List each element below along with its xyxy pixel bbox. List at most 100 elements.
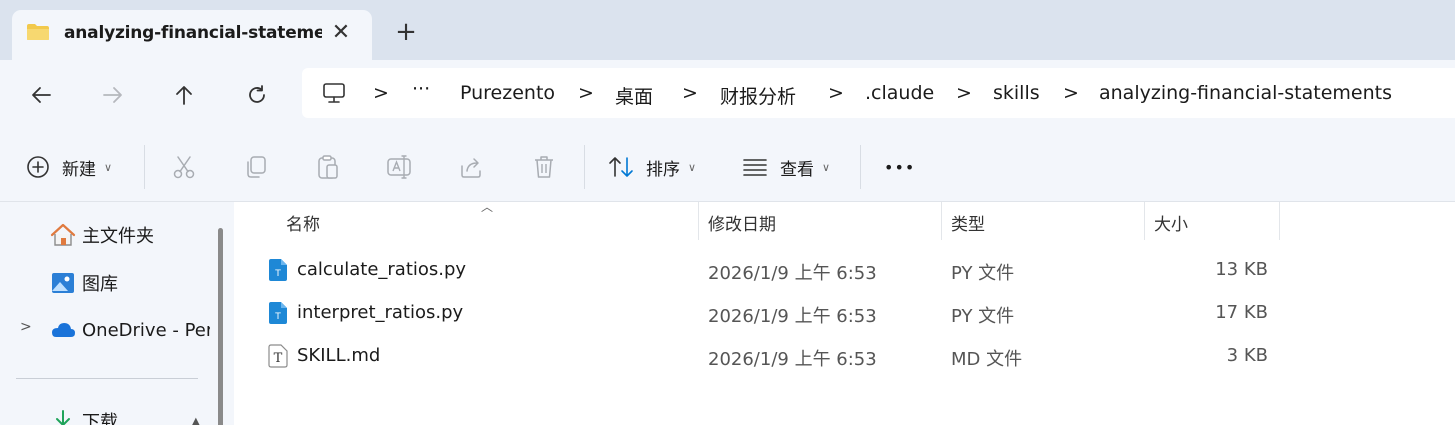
file-size: 3 KB [1226, 345, 1268, 366]
svg-text:T: T [274, 351, 283, 366]
view-list-icon [743, 159, 767, 176]
toolbar-divider [144, 145, 145, 189]
sidebar-item-label: 下载 [82, 412, 118, 425]
computer-icon [323, 83, 345, 103]
column-divider[interactable] [1144, 202, 1145, 240]
column-header-size[interactable]: 大小 [1154, 210, 1188, 235]
toolbar-divider [860, 145, 861, 189]
sort-icon [609, 157, 633, 177]
gallery-icon [52, 273, 74, 293]
sidebar-item-label: OneDrive - Per [82, 319, 214, 341]
python-file-icon: T [269, 302, 287, 324]
download-icon [56, 410, 70, 425]
back-arrow-icon [32, 87, 51, 103]
rename-button[interactable] [386, 152, 414, 182]
breadcrumb-separator: > [578, 82, 594, 104]
more-options-button[interactable]: ••• [884, 152, 915, 182]
up-button[interactable] [169, 80, 199, 110]
share-icon [461, 158, 481, 178]
trash-icon [535, 156, 553, 178]
navigation-bar: > ··· Purezento > 桌面 > 财报分析 > .claude > … [0, 60, 1455, 130]
add-circle-icon [27, 156, 49, 178]
new-button-label: 新建 [62, 159, 96, 180]
chevron-down-icon: ∨ [104, 160, 113, 174]
sidebar-item-label: 主文件夹 [82, 226, 154, 247]
breadcrumb-separator: > [373, 82, 389, 104]
breadcrumb-separator: > [828, 82, 844, 104]
view-button[interactable]: 查看 ∨ [742, 152, 830, 182]
column-divider[interactable] [698, 202, 699, 240]
new-tab-button[interactable]: + [394, 19, 418, 45]
table-row[interactable]: T SKILL.md 2026/1/9 上午 6:53 MD 文件 3 KB [234, 338, 1455, 378]
breadcrumb-separator: > [956, 82, 972, 104]
breadcrumb-item-financial-analysis[interactable]: 财报分析 [720, 82, 796, 109]
file-size: 17 KB [1215, 302, 1268, 323]
tab-strip: analyzing-financial-statements ✕ + [0, 0, 1455, 60]
breadcrumb-separator: > [1063, 82, 1079, 104]
file-modified: 2026/1/9 上午 6:53 [708, 263, 877, 284]
file-size: 13 KB [1215, 259, 1268, 280]
python-file-icon: T [269, 259, 287, 281]
file-modified: 2026/1/9 上午 6:53 [708, 306, 877, 327]
breadcrumb-item-purezento[interactable]: Purezento [460, 82, 555, 104]
file-list: ︿ 名称 修改日期 类型 大小 T calculate_ratios.py 20… [234, 200, 1455, 425]
svg-text:T: T [274, 269, 281, 279]
breadcrumb-overflow[interactable]: ··· [412, 78, 430, 100]
rename-icon [387, 155, 411, 179]
new-button[interactable]: 新建 ∨ [26, 152, 112, 182]
toolbar-divider [584, 145, 585, 189]
delete-button[interactable] [531, 152, 557, 182]
sidebar-divider [16, 378, 198, 379]
sidebar-scrollbar-thumb[interactable] [218, 228, 223, 425]
address-bar[interactable]: > ··· Purezento > 桌面 > 财报分析 > .claude > … [302, 68, 1455, 118]
file-name: interpret_ratios.py [297, 302, 464, 323]
share-button[interactable] [459, 152, 485, 182]
sort-button-label: 排序 [646, 159, 680, 180]
file-modified: 2026/1/9 上午 6:53 [708, 349, 877, 370]
tab-title: analyzing-financial-statements [64, 23, 322, 43]
sidebar-item-downloads[interactable]: 下载 [50, 408, 118, 425]
copy-icon [247, 156, 266, 178]
breadcrumb-item-claude[interactable]: .claude [865, 82, 934, 104]
breadcrumb-item-skills[interactable]: skills [993, 82, 1040, 104]
cut-button[interactable] [171, 152, 197, 182]
file-type: PY 文件 [951, 306, 1015, 327]
forward-arrow-icon [103, 87, 122, 103]
navigation-pane: 主文件夹 图库 > OneDrive - Per 下载 ▲ [0, 202, 234, 425]
cloud-icon [52, 323, 75, 337]
chevron-down-icon: ∨ [688, 160, 697, 174]
column-divider[interactable] [1279, 202, 1280, 240]
home-icon [50, 223, 76, 246]
sidebar-item-label: 图库 [82, 274, 118, 295]
view-button-label: 查看 [780, 159, 814, 180]
forward-button[interactable] [98, 80, 128, 110]
sidebar-item-home[interactable]: 主文件夹 [50, 222, 154, 248]
back-button[interactable] [26, 80, 56, 110]
sort-indicator-icon: ︿ [481, 200, 494, 214]
paste-button[interactable] [315, 152, 341, 182]
sidebar-item-gallery[interactable]: 图库 [50, 270, 118, 296]
text-file-icon: T [268, 344, 288, 368]
table-row[interactable]: T interpret_ratios.py 2026/1/9 上午 6:53 P… [234, 295, 1455, 335]
command-bar: 新建 ∨ 排序 ∨ 查看 ∨ ••• [0, 130, 1455, 202]
column-header-modified[interactable]: 修改日期 [708, 210, 776, 235]
sidebar-item-onedrive[interactable]: OneDrive - Per [50, 317, 213, 343]
close-tab-icon[interactable]: ✕ [330, 22, 352, 44]
svg-text:T: T [274, 312, 281, 322]
cut-icon [173, 156, 195, 179]
sort-button[interactable]: 排序 ∨ [608, 152, 696, 182]
file-name: SKILL.md [297, 345, 381, 366]
refresh-button[interactable] [242, 80, 272, 110]
table-row[interactable]: T calculate_ratios.py 2026/1/9 上午 6:53 P… [234, 252, 1455, 292]
refresh-icon [249, 85, 265, 103]
column-divider[interactable] [941, 202, 942, 240]
chevron-right-icon[interactable]: > [20, 319, 32, 335]
tab-current-folder[interactable]: analyzing-financial-statements ✕ [12, 10, 372, 60]
scroll-down-arrow-icon[interactable]: ▲ [192, 416, 200, 425]
breadcrumb-item-current-folder[interactable]: analyzing-financial-statements [1099, 82, 1392, 104]
breadcrumb-item-desktop[interactable]: 桌面 [615, 82, 653, 109]
copy-button[interactable] [243, 152, 269, 182]
column-header-type[interactable]: 类型 [951, 210, 985, 235]
column-header-name[interactable]: 名称 [286, 210, 320, 235]
breadcrumb-separator: > [682, 82, 698, 104]
